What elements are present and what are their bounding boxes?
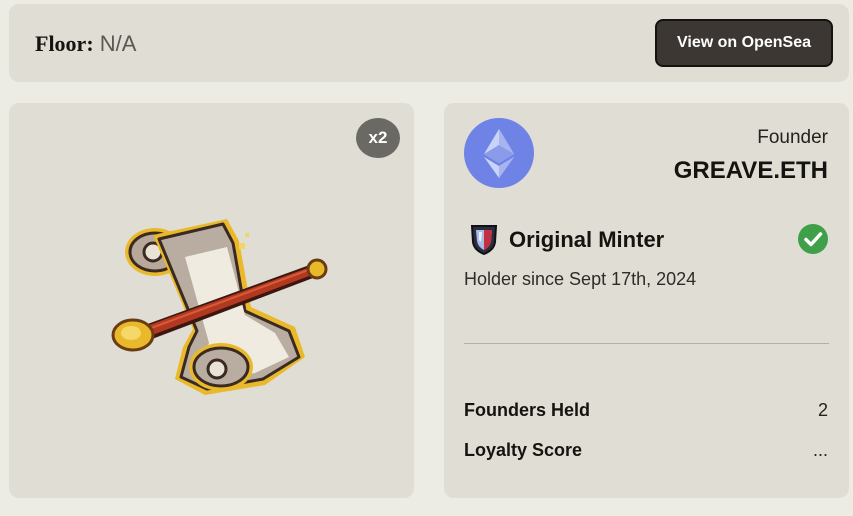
view-on-opensea-button[interactable]: View on OpenSea <box>655 19 833 67</box>
quantity-badge: x2 <box>356 118 400 158</box>
ethereum-icon <box>484 129 514 178</box>
floor-price: Floor: N/A <box>35 32 136 56</box>
floor-value: N/A <box>99 31 137 56</box>
token-type-label: Founder <box>757 127 828 148</box>
stat-loyalty-score-value: ... <box>812 440 828 460</box>
scroll-icon <box>111 219 328 395</box>
stat-loyalty-score-label: Loyalty Score <box>464 440 583 460</box>
stat-founders-held-value: 2 <box>817 400 828 420</box>
stat-founders-held-label: Founders Held <box>464 400 591 420</box>
divider <box>464 343 829 344</box>
floor-bar: Floor: N/A View on OpenSea <box>9 4 849 82</box>
owner-info-panel: Founder GREAVE.ETH Original Minter Holde… <box>444 103 849 498</box>
check-circle-icon <box>798 224 828 254</box>
shield-icon <box>470 225 498 256</box>
holder-since-text: Holder since Sept 17th, 2024 <box>464 269 697 289</box>
owner-name[interactable]: GREAVE.ETH <box>674 157 828 185</box>
status-title: Original Minter <box>509 227 665 252</box>
ethereum-avatar <box>464 118 534 188</box>
floor-label: Floor: <box>35 31 94 56</box>
token-art-panel: x2 <box>9 103 414 498</box>
